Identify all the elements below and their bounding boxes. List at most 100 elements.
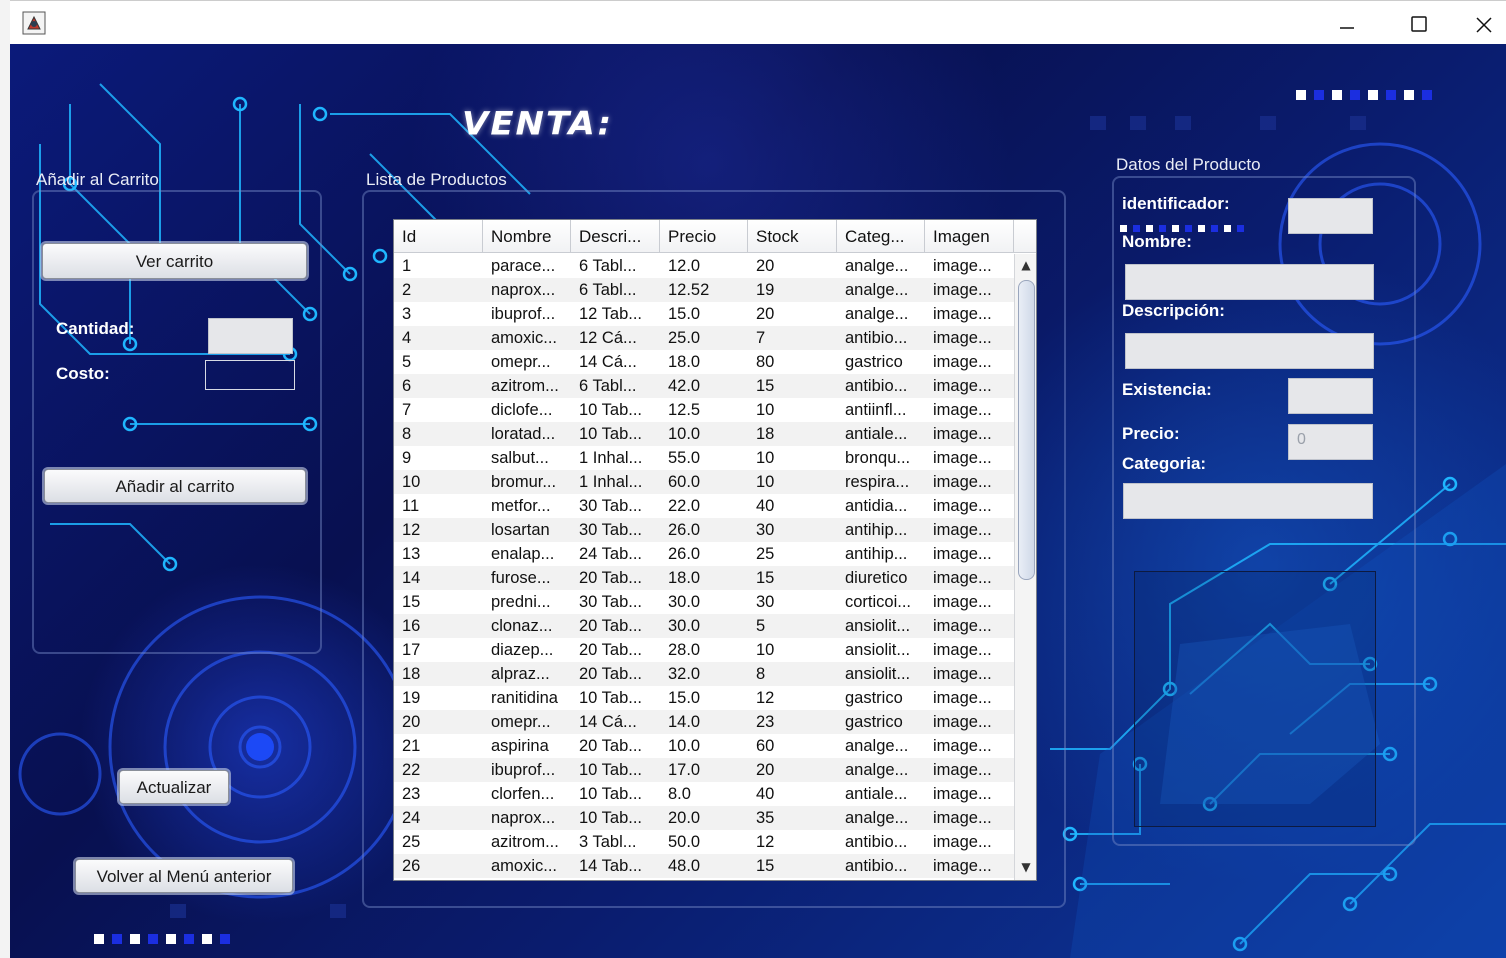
products-table[interactable]: Id Nombre Descri... Precio Stock Categ... Imag… [393, 219, 1037, 881]
table-cell: 24 [402, 809, 421, 827]
table-cell: analge... [845, 761, 909, 779]
price-field[interactable]: 0 [1288, 424, 1373, 460]
table-row[interactable]: 18 alpraz... 20 Tab... 32.0 8 ansiolit... imag… [394, 662, 1014, 686]
table-row[interactable]: 15 predni... 30 Tab... 30.0 30 corticoi... ima… [394, 590, 1014, 614]
refresh-button[interactable]: Actualizar [119, 770, 229, 804]
table-cell: image... [933, 329, 992, 347]
table-cell: salbut... [491, 449, 549, 467]
table-cell: image... [933, 641, 992, 659]
table-cell: antiale... [845, 425, 908, 443]
quantity-field[interactable] [208, 318, 293, 354]
table-cell: 3 Tabl... [579, 833, 637, 851]
table-scrollbar[interactable]: ▲ ▼ [1014, 254, 1036, 880]
table-row[interactable]: 13 enalap... 24 Tab... 26.0 25 antihip... imag… [394, 542, 1014, 566]
table-row[interactable]: 26 amoxic... 14 Tab... 48.0 15 antibio... imag… [394, 854, 1014, 878]
table-cell: 20 [756, 305, 775, 323]
table-cell: 21 [402, 737, 421, 755]
table-row[interactable]: 12 losartan 30 Tab... 26.0 30 antihip... image… [394, 518, 1014, 542]
column-header[interactable]: Precio [660, 220, 748, 252]
table-cell: amoxic... [491, 329, 558, 347]
table-cell: gastrico [845, 689, 903, 707]
table-cell: 17 [402, 641, 421, 659]
table-cell: 25.0 [668, 329, 701, 347]
table-row[interactable]: 1 parace... 6 Tabl... 12.0 20 analge... image.… [394, 254, 1014, 278]
column-header[interactable]: Categ... [837, 220, 925, 252]
table-cell: 26.0 [668, 521, 701, 539]
window-left-edge [0, 0, 10, 958]
id-label: identificador: [1122, 194, 1230, 213]
table-row[interactable]: 16 clonaz... 20 Tab... 30.0 5 ansiolit... imag… [394, 614, 1014, 638]
table-cell: 16 [402, 617, 421, 635]
table-cell: 10.0 [668, 737, 701, 755]
table-cell: bromur... [491, 473, 557, 491]
table-cell: 10 [756, 641, 775, 659]
table-row[interactable]: 10 bromur... 1 Inhal... 60.0 10 respira... ima… [394, 470, 1014, 494]
table-cell: aspirina [491, 737, 549, 755]
table-cell: naprox... [491, 809, 556, 827]
table-cell: 30.0 [668, 617, 701, 635]
table-row[interactable]: 21 aspirina 20 Tab... 10.0 60 analge... image.… [394, 734, 1014, 758]
table-cell: ibuprof... [491, 761, 556, 779]
table-cell: image... [933, 713, 992, 731]
column-header[interactable]: Id [394, 220, 483, 252]
table-row[interactable]: 22 ibuprof... 10 Tab... 17.0 20 analge... imag… [394, 758, 1014, 782]
table-cell: 30 Tab... [579, 593, 642, 611]
table-cell: 6 Tabl... [579, 257, 637, 275]
table-cell: 12 [756, 689, 775, 707]
name-field[interactable] [1125, 264, 1374, 300]
table-cell: 12.52 [668, 281, 710, 299]
table-row[interactable]: 20 omepr... 14 Cá... 14.0 23 gastrico image... [394, 710, 1014, 734]
table-cell: image... [933, 545, 992, 563]
scrollbar-thumb[interactable] [1018, 280, 1035, 580]
table-cell: predni... [491, 593, 551, 611]
minimize-icon[interactable] [1326, 7, 1366, 41]
table-row[interactable]: 8 loratad... 10 Tab... 10.0 18 antiale... imag… [394, 422, 1014, 446]
table-row[interactable]: 25 azitrom... 3 Tabl... 50.0 12 antibio... ima… [394, 830, 1014, 854]
table-row[interactable]: 5 omepr... 14 Cá... 18.0 80 gastrico image... [394, 350, 1014, 374]
table-cell: enalap... [491, 545, 555, 563]
table-row[interactable]: 14 furose... 20 Tab... 18.0 15 diuretico image… [394, 566, 1014, 590]
cost-field[interactable] [205, 360, 295, 390]
table-row[interactable]: 19 ranitidina 10 Tab... 15.0 12 gastrico image… [394, 686, 1014, 710]
column-header[interactable]: Stock [748, 220, 837, 252]
column-header[interactable]: Descri... [571, 220, 660, 252]
description-label: Descripción: [1122, 301, 1225, 320]
table-cell: bronqu... [845, 449, 911, 467]
back-to-menu-button[interactable]: Volver al Menú anterior [75, 859, 293, 893]
table-row[interactable]: 3 ibuprof... 12 Tab... 15.0 20 analge... image… [394, 302, 1014, 326]
price-label: Precio: [1122, 424, 1180, 443]
category-field[interactable] [1123, 483, 1373, 519]
table-body[interactable]: 1 parace... 6 Tabl... 12.0 20 analge... image.… [394, 254, 1014, 878]
table-row[interactable]: 6 azitrom... 6 Tabl... 42.0 15 antibio... imag… [394, 374, 1014, 398]
table-cell: 9 [402, 449, 412, 467]
table-row[interactable]: 7 diclofe... 10 Tab... 12.5 10 antiinfl... ima… [394, 398, 1014, 422]
table-cell: 14 Cá... [579, 353, 637, 371]
column-header[interactable]: Imagen [925, 220, 1014, 252]
description-field[interactable] [1125, 333, 1374, 369]
table-row[interactable]: 2 naprox... 6 Tabl... 12.52 19 analge... image… [394, 278, 1014, 302]
page-title: VENTA: [462, 105, 614, 143]
table-row[interactable]: 17 diazep... 20 Tab... 28.0 10 ansiolit... ima… [394, 638, 1014, 662]
table-row[interactable]: 24 naprox... 10 Tab... 20.0 35 analge... image… [394, 806, 1014, 830]
table-row[interactable]: 4 amoxic... 12 Cá... 25.0 7 antibio... image..… [394, 326, 1014, 350]
column-header[interactable]: Nombre [483, 220, 571, 252]
scroll-down-icon[interactable]: ▼ [1019, 860, 1033, 874]
add-to-cart-button[interactable]: Añadir al carrito [44, 469, 306, 503]
id-field[interactable] [1288, 198, 1373, 234]
table-cell: 60.0 [668, 473, 701, 491]
table-cell: metfor... [491, 497, 551, 515]
table-cell: 12 Cá... [579, 329, 637, 347]
close-icon[interactable] [1464, 7, 1504, 41]
stock-field[interactable] [1288, 378, 1373, 414]
view-cart-button[interactable]: Ver carrito [42, 243, 307, 279]
scroll-up-icon[interactable]: ▲ [1019, 258, 1033, 272]
table-cell: amoxic... [491, 857, 558, 875]
table-row[interactable]: 11 metfor... 30 Tab... 22.0 40 antidia... imag… [394, 494, 1014, 518]
table-header: Id Nombre Descri... Precio Stock Categ... Imag… [394, 220, 1014, 253]
table-row[interactable]: 23 clorfen... 10 Tab... 8.0 40 antiale... imag… [394, 782, 1014, 806]
maximize-icon[interactable] [1398, 7, 1438, 41]
table-row[interactable]: 9 salbut... 1 Inhal... 55.0 10 bronqu... image… [394, 446, 1014, 470]
table-cell: omepr... [491, 353, 551, 371]
table-cell: 30 [756, 521, 775, 539]
table-cell: image... [933, 617, 992, 635]
